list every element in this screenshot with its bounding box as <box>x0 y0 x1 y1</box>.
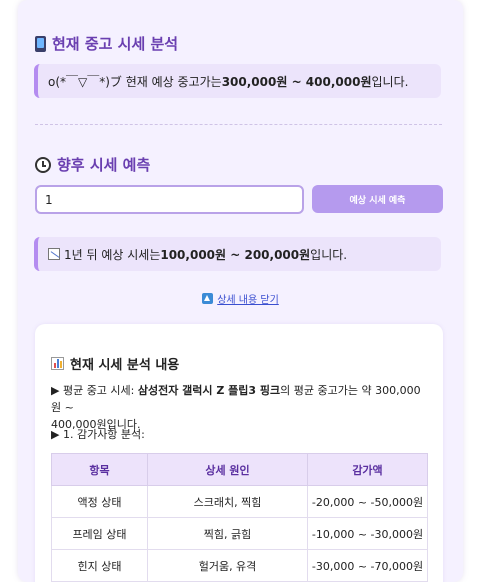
table-header: 항목 <box>51 453 148 486</box>
detail-title: 현재 시세 분석 내용 <box>70 358 180 373</box>
table-header: 상세 원인 <box>147 453 308 486</box>
current-result-suffix: 입니다. <box>371 74 409 89</box>
table-cell: 힌지 상태 <box>51 549 148 582</box>
deduction-heading: ▶ 1. 감가사항 분석: <box>51 428 145 441</box>
detail-card: 현재 시세 분석 내용 ▶ 평균 중고 시세: 삼성전자 갤럭시 Z 플립3 핑… <box>35 324 443 582</box>
table-cell: -10,000 ~ -30,000원 <box>307 517 428 550</box>
table-header: 감가액 <box>307 453 428 486</box>
detail-heading: 현재 시세 분석 내용 <box>51 354 179 373</box>
current-price-result: o(*￣▽￣*)ブ 현재 예상 중고가는 300,000원 ~ 400,000원… <box>34 64 441 98</box>
forecast-result-suffix: 입니다. <box>310 247 348 262</box>
current-price-heading: 현재 중고 시세 분석 <box>35 33 178 54</box>
forecast-result-range: 100,000원 ~ 200,000원 <box>160 247 311 262</box>
years-input-value: 1 <box>45 192 53 207</box>
table-header-row: 항목 상세 원인 감가액 <box>51 453 428 486</box>
current-result-prefix: o(*￣▽￣*)ブ 현재 예상 중고가는 <box>48 74 222 89</box>
section-divider <box>35 124 442 125</box>
forecast-title: 향후 시세 예측 <box>57 156 151 174</box>
table-cell: 액정 상태 <box>51 485 148 518</box>
bar-chart-icon <box>51 357 64 370</box>
current-result-range: 300,000원 ~ 400,000원 <box>221 74 372 89</box>
table-cell: 찍힘, 긁힘 <box>147 517 308 550</box>
table-cell: 프레임 상태 <box>51 517 148 550</box>
up-arrow-icon <box>202 293 214 304</box>
clock-icon <box>35 156 51 173</box>
forecast-heading: 향후 시세 예측 <box>35 154 150 175</box>
table-row: 프레임 상태 찍힘, 긁힘 -10,000 ~ -30,000원 <box>51 517 428 550</box>
mobile-phone-icon <box>35 35 46 52</box>
deduction-table: 항목 상세 원인 감가액 액정 상태 스크래치, 찍힘 -20,000 ~ -5… <box>51 453 428 582</box>
table-row: 액정 상태 스크래치, 찍힘 -20,000 ~ -50,000원 <box>51 485 428 518</box>
toggle-details-label[interactable]: 상세 내용 닫기 <box>217 291 279 306</box>
avg-model: 삼성전자 갤럭시 Z 플립3 핑크 <box>137 384 281 397</box>
chart-decreasing-icon <box>48 248 60 260</box>
forecast-result: 1년 뒤 예상 시세는 100,000원 ~ 200,000원 입니다. <box>34 237 441 271</box>
predict-button[interactable]: 예상 시세 예측 <box>312 185 443 213</box>
main-panel: 현재 중고 시세 분석 o(*￣▽￣*)ブ 현재 예상 중고가는 300,000… <box>18 0 463 582</box>
current-price-title: 현재 중고 시세 분석 <box>52 35 179 53</box>
table-cell: -20,000 ~ -50,000원 <box>307 485 428 518</box>
table-row: 힌지 상태 헐거움, 유격 -30,000 ~ -70,000원 <box>51 549 428 582</box>
years-input[interactable]: 1 <box>35 185 304 214</box>
table-cell: 스크래치, 찍힘 <box>147 485 308 518</box>
forecast-result-prefix: 1년 뒤 예상 시세는 <box>64 247 161 262</box>
table-cell: -30,000 ~ -70,000원 <box>307 549 428 582</box>
toggle-details-link[interactable]: 상세 내용 닫기 <box>18 291 463 306</box>
avg-prefix: ▶ 평균 중고 시세: <box>51 384 138 397</box>
table-cell: 헐거움, 유격 <box>147 549 308 582</box>
